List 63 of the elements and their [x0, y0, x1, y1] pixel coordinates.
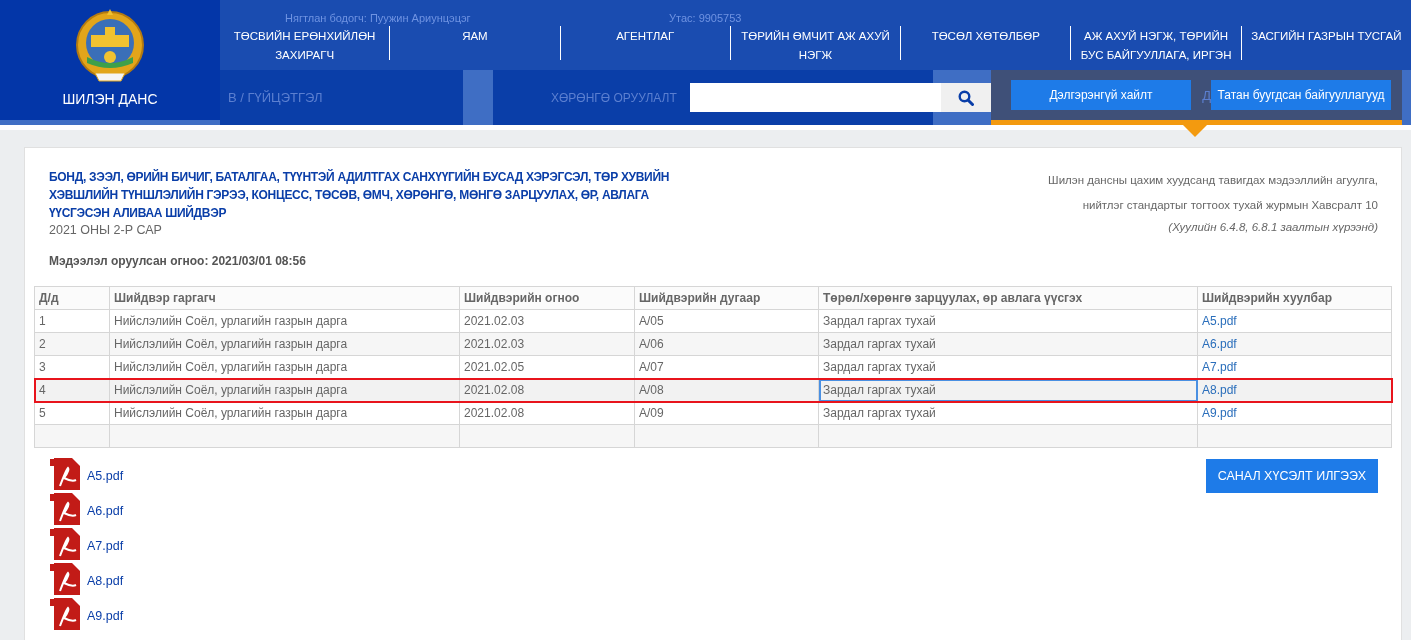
table-cell: А/09 [634, 401, 819, 425]
file-link[interactable]: A9.pdf [87, 608, 124, 623]
table-cell: А/05 [634, 309, 819, 333]
nav-link[interactable]: АЖ АХУЙ НЭГЖ, ТӨРИЙН БУС БАЙГУУЛЛАГА, ИРГЭН [1077, 27, 1235, 65]
table-cell: Зардал гаргах тухай [818, 332, 1198, 356]
file-link[interactable]: A9.pdf [1202, 406, 1237, 420]
nav-link[interactable]: АГЕНТЛАГ [616, 27, 675, 46]
feedback-button[interactable]: САНАЛ ХҮСЭЛТ ИЛГЭЭХ [1205, 459, 1378, 493]
table-row[interactable]: 5 Нийслэлийн Соёл, урлагийн газрын дарга 2021.02.08 А/09 Зардал гаргах тухай A9.pdf [34, 401, 1392, 425]
contact-text: Нягтлан бодогч: Пуужин Ариунцэцэг [285, 12, 471, 24]
table-cell: 2 [34, 332, 110, 356]
table-row[interactable]: 1 Нийслэлийн Соёл, урлагийн газрын дарга 2021.02.03 А/05 Зардал гаргах тухай A5.pdf [34, 309, 1392, 333]
table-cell: 5 [34, 401, 110, 425]
table-cell: Нийслэлийн Соёл, урлагийн газрын дарга [109, 332, 460, 356]
table-cell: 2021.02.08 [459, 401, 635, 425]
nav-link[interactable]: ТӨСВИЙН ЕРӨНХИЙЛӨН ЗАХИРАГЧ [226, 27, 384, 65]
tab-label: ХӨРӨНГӨ ОРУУЛАЛТ [551, 90, 677, 105]
file-link[interactable]: A6.pdf [1202, 337, 1237, 351]
table-row[interactable]: 4 Нийслэлийн Соёл, урлагийн газрын дарга 2021.02.08 А/08 Зардал гаргах тухай A8.pdf [34, 378, 1392, 402]
regulation-note: (Хуулийн 6.4.8, 6.8.1 заалтын хүрээнд) [1167, 220, 1378, 235]
logo-panel[interactable]: ШИЛЭН ДАНС [0, 0, 220, 120]
nav-link[interactable]: ЗАСГИЙН ГАЗРЫН ТУСГАЙ [1251, 27, 1402, 46]
file-link[interactable]: A7.pdf [87, 538, 124, 553]
period-text: 2021 ОНЫ 2-Р САР [49, 222, 163, 238]
file-link[interactable]: A6.pdf [87, 503, 124, 518]
column-header: Шийдвэрийн хуулбар [1197, 286, 1392, 310]
table-cell: 1 [34, 309, 110, 333]
posted-date: Мэдээлэл оруулсан огноо: 2021/03/01 08:56 [49, 254, 307, 268]
column-header: Шийдвэрийн огноо [459, 286, 635, 310]
table-cell: А/06 [634, 332, 819, 356]
tab-label: Д [1201, 87, 1211, 103]
search-icon [958, 89, 974, 106]
table-cell: Зардал гаргах тухай [818, 378, 1198, 402]
nav-link[interactable]: ЯАМ [462, 27, 488, 46]
table-row[interactable]: 2 Нийслэлийн Соёл, урлагийн газрын дарга 2021.02.03 А/06 Зардал гаргах тухай A6.pdf [34, 332, 1392, 356]
search-button[interactable] [941, 83, 991, 112]
column-header: Д/д [34, 286, 110, 310]
header-button[interactable]: Татан буугдсан байгууллагууд [1211, 80, 1391, 110]
table-cell: 2021.02.03 [459, 309, 635, 333]
tab-label: В / ГҮЙЦЭТГЭЛ [228, 90, 323, 105]
regulation-text: Шилэн дансны цахим хуудсанд тавигдах мэдээллийн агуулга, [1048, 173, 1378, 188]
file-link[interactable]: A5.pdf [1202, 314, 1237, 328]
site-title: ШИЛЭН ДАНС [62, 91, 158, 107]
nav-link[interactable]: ТӨСӨЛ ХӨТӨЛБӨР [931, 27, 1040, 46]
table-cell: Нийслэлийн Соёл, урлагийн газрын дарга [109, 309, 460, 333]
regulation-text: нийтлэг стандартыг тогтоох тухай журмын Хавсралт 10 [1081, 198, 1378, 213]
table-cell: 2021.02.03 [459, 332, 635, 356]
table-cell: Зардал гаргах тухай [818, 309, 1198, 333]
nav-link[interactable]: ТӨРИЙН ӨМЧИТ АЖ АХУЙ НЭГЖ [736, 27, 895, 65]
column-header: Шийдвэрийн дугаар [634, 286, 819, 310]
table-cell: Нийслэлийн Соёл, урлагийн газрын дарга [109, 401, 460, 425]
table-cell: Зардал гаргах тухай [818, 401, 1198, 425]
header-button[interactable]: Дэлгэрэнгүй хайлт [1011, 80, 1191, 110]
file-link[interactable]: A5.pdf [87, 468, 124, 483]
column-header: Шийдвэр гаргагч [109, 286, 460, 310]
column-header: Төрөл/хөрөнгө зарцуулах, өр авлага үүсгэх [818, 286, 1198, 310]
contact-text: Утас: 9905753 [669, 12, 742, 24]
file-link[interactable]: A8.pdf [87, 573, 124, 588]
file-link[interactable]: A8.pdf [1202, 383, 1237, 397]
document-title: БОНД, ЗЭЭЛ, ӨРИЙН БИЧИГ, БАТАЛГАА, ТҮҮНТЭЙ АДИЛТГАХ САНХҮҮГИЙН БУСАД ХЭРЭГСЭЛ, ТӨР ХУВИЙН ХЭВШЛИЙН ТҮНШЛЭЛИЙН ГЭРЭЭ, КОНЦЕСС, ТӨСӨВ, ӨМЧ, ХӨРӨНГӨ, МӨНГӨ ЗАРЦУУЛАХ, ӨР, АВЛАГА ҮҮСГЭСЭН АЛИВАА ШИЙДВЭР [49, 168, 671, 222]
search-field[interactable] [690, 83, 941, 112]
emblem-icon [75, 9, 145, 83]
file-link[interactable]: A7.pdf [1202, 360, 1237, 374]
